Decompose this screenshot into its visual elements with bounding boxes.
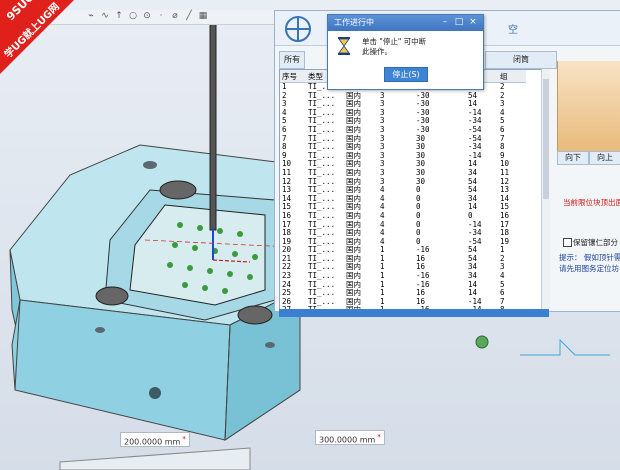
panel-header-tail: 空 [508, 25, 518, 36]
warning-text: 当前限位块顶出面 [563, 198, 620, 207]
keep-insert-checkbox[interactable] [563, 238, 572, 247]
point-snap-icon[interactable]: · [156, 11, 166, 21]
up-button[interactable]: 向上 [589, 151, 620, 165]
dimension-length-asterisk: * [182, 435, 186, 443]
tab-all[interactable]: 所有 [279, 51, 305, 69]
hint-line2: 请先用图务定位坊 [559, 264, 619, 273]
table-cell: 0 [416, 228, 421, 238]
table-cell: 30 [416, 176, 426, 186]
table-cell: 0 [416, 202, 421, 212]
table-horizontal-scrollbar[interactable] [279, 309, 549, 317]
dimension-length-field[interactable]: 200.0000 mm * [120, 432, 190, 447]
table-cell: 0 [416, 193, 421, 203]
keep-insert-label: 保留镶仁部分 [573, 238, 618, 247]
preview-image [557, 61, 620, 156]
column-header-index[interactable]: 序号 [280, 70, 306, 83]
table-vertical-scrollbar[interactable] [541, 69, 550, 309]
table-cell: 0 [416, 219, 421, 229]
maximize-icon[interactable]: □ [454, 17, 464, 27]
grid-snap-icon[interactable]: ▦ [198, 11, 208, 21]
watermark-badge: 9SUG 学UG就上UG网 [0, 0, 82, 82]
dimension-length-value: 200.0000 mm [124, 437, 181, 447]
dialog-message-line2: 此操作。 [362, 47, 392, 56]
table-cell: 0 [416, 210, 421, 220]
column-header-group[interactable]: 组 [498, 70, 526, 83]
tangent-snap-icon[interactable]: ⌀ [170, 11, 180, 21]
down-button[interactable]: 向下 [557, 151, 589, 165]
hint-line1: 提示： 假如顶针需 [559, 253, 620, 262]
dialog-title: 工作进行中 [334, 18, 374, 27]
panel-logo-icon [285, 16, 311, 42]
hourglass-icon [338, 37, 350, 55]
close-icon[interactable]: × [468, 17, 478, 27]
line-snap-icon[interactable]: ╱ [184, 11, 194, 21]
dimension-width-field[interactable]: 300.0000 mm * [315, 430, 385, 445]
table-cell: 0 [416, 185, 421, 195]
snap-icon[interactable]: ⌁ [86, 11, 96, 21]
dialog-title-bar[interactable]: 工作进行中 – □ × [328, 15, 483, 31]
stop-button[interactable]: 停止(S) [384, 67, 428, 82]
target-snap-icon[interactable]: ⊙ [142, 11, 152, 21]
curve-snap-icon[interactable]: ∿ [100, 11, 110, 21]
circle-snap-icon[interactable]: ○ [128, 11, 138, 21]
dimension-width-asterisk: * [377, 433, 381, 441]
dialog-message-line1: 单击 "停止" 可中断 [362, 37, 427, 46]
ejector-pin-table[interactable]: 序号 类型 组 1TI_...国内3-303422TI_...国内3-30542… [279, 69, 543, 311]
dimension-width-value: 300.0000 mm [319, 435, 376, 445]
dialog-message: 单击 "停止" 可中断 此操作。 [362, 37, 426, 57]
arrow-snap-icon[interactable]: ↑ [114, 11, 124, 21]
minimize-icon[interactable]: – [440, 17, 450, 27]
tab-close[interactable]: 闭筒 [485, 51, 557, 69]
work-in-progress-dialog: 工作进行中 – □ × 单击 "停止" 可中断 此操作。 停止(S) [327, 14, 484, 90]
